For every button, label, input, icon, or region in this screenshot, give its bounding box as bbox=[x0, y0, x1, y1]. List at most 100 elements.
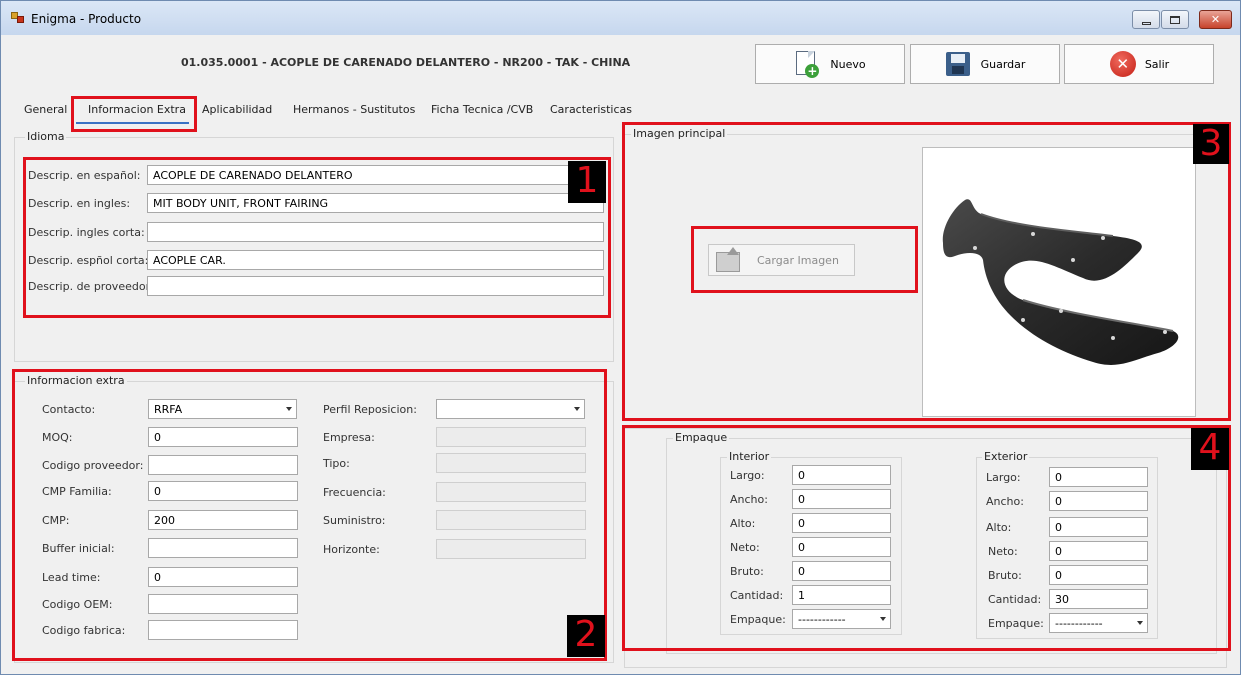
imagen-principal-label: Imagen principal bbox=[631, 127, 728, 140]
descrip-proveedor-label: Descrip. de proveedor: bbox=[28, 280, 154, 293]
empresa-label: Empresa: bbox=[323, 431, 375, 444]
tab-aplicabilidad[interactable]: Aplicabilidad bbox=[202, 103, 272, 116]
tipo-label: Tipo: bbox=[323, 457, 350, 470]
interior-ancho-label: Ancho: bbox=[730, 493, 768, 506]
exterior-cantidad-label: Cantidad: bbox=[988, 593, 1042, 606]
product-window: Enigma - Producto ✕ 01.035.0001 - ACOPLE… bbox=[0, 0, 1241, 675]
descrip-ingles-corta-field[interactable] bbox=[147, 222, 604, 242]
interior-cantidad-label: Cantidad: bbox=[730, 589, 784, 602]
exterior-ancho-label: Ancho: bbox=[986, 495, 1024, 508]
exterior-cantidad-field[interactable]: 30 bbox=[1049, 589, 1148, 609]
descrip-proveedor-field[interactable] bbox=[147, 276, 604, 296]
exit-icon: ✕ bbox=[1109, 50, 1136, 78]
lead-time-field[interactable]: 0 bbox=[148, 567, 298, 587]
codigo-proveedor-label: Codigo proveedor: bbox=[42, 459, 144, 472]
tab-caracteristicas[interactable]: Caracteristicas bbox=[550, 103, 632, 116]
interior-bruto-label: Bruto: bbox=[730, 565, 764, 578]
annotation-marker-3: 3 bbox=[1193, 124, 1229, 164]
salir-label: Salir bbox=[1144, 57, 1170, 71]
exterior-group-label: Exterior bbox=[982, 450, 1030, 463]
empresa-field bbox=[436, 427, 586, 447]
interior-neto-label: Neto: bbox=[730, 541, 760, 554]
codigo-fabrica-field[interactable] bbox=[148, 620, 298, 640]
exterior-bruto-label: Bruto: bbox=[988, 569, 1022, 582]
descrip-ingles-corta-label: Descrip. ingles corta: bbox=[28, 226, 145, 239]
codigo-proveedor-field[interactable] bbox=[148, 455, 298, 475]
cmp-familia-field[interactable]: 0 bbox=[148, 481, 298, 501]
minimize-icon bbox=[1141, 21, 1151, 25]
interior-bruto-field[interactable]: 0 bbox=[792, 561, 891, 581]
buffer-inicial-field[interactable] bbox=[148, 538, 298, 558]
salir-button[interactable]: ✕ Salir bbox=[1064, 44, 1214, 84]
app-icon bbox=[11, 12, 25, 24]
descrip-espanol-corta-field[interactable]: ACOPLE CAR. bbox=[147, 250, 604, 270]
interior-neto-field[interactable]: 0 bbox=[792, 537, 891, 557]
close-window-button[interactable]: ✕ bbox=[1199, 10, 1232, 29]
chevron-down-icon bbox=[880, 617, 886, 621]
codigo-oem-field[interactable] bbox=[148, 594, 298, 614]
maximize-icon bbox=[1170, 15, 1180, 24]
contacto-select[interactable]: RRFA bbox=[148, 399, 297, 419]
save-icon bbox=[945, 50, 971, 78]
horizonte-label: Horizonte: bbox=[323, 543, 380, 556]
exterior-neto-field[interactable]: 0 bbox=[1049, 541, 1148, 561]
frecuencia-label: Frecuencia: bbox=[323, 486, 386, 499]
minimize-button[interactable] bbox=[1132, 10, 1160, 29]
lead-time-label: Lead time: bbox=[42, 571, 101, 584]
exterior-largo-field[interactable]: 0 bbox=[1049, 467, 1148, 487]
annotation-marker-4: 4 bbox=[1191, 428, 1229, 470]
exterior-empaque-label: Empaque: bbox=[988, 617, 1044, 630]
perfil-reposicion-select[interactable] bbox=[436, 399, 585, 419]
close-icon: ✕ bbox=[1210, 13, 1221, 26]
upload-image-icon bbox=[715, 247, 743, 273]
title-bar: Enigma - Producto ✕ bbox=[1, 1, 1240, 35]
interior-group-label: Interior bbox=[727, 450, 772, 463]
interior-cantidad-field[interactable]: 1 bbox=[792, 585, 891, 605]
exterior-neto-label: Neto: bbox=[988, 545, 1018, 558]
cmp-familia-label: CMP Familia: bbox=[42, 485, 112, 498]
codigo-oem-label: Codigo OEM: bbox=[42, 598, 113, 611]
annotation-marker-1: 1 bbox=[568, 161, 606, 203]
fairing-part-image bbox=[942, 199, 1179, 365]
exterior-alto-field[interactable]: 0 bbox=[1049, 517, 1148, 537]
frecuencia-field bbox=[436, 482, 586, 502]
codigo-fabrica-label: Codigo fabrica: bbox=[42, 624, 126, 637]
tab-ficha-tecnica[interactable]: Ficha Tecnica /CVB bbox=[431, 103, 533, 116]
descrip-ingles-label: Descrip. en ingles: bbox=[28, 197, 131, 210]
interior-empaque-select[interactable]: ------------ bbox=[792, 609, 891, 629]
active-tab-indicator bbox=[76, 122, 189, 124]
nuevo-label: Nuevo bbox=[830, 57, 866, 71]
moq-field[interactable]: 0 bbox=[148, 427, 298, 447]
interior-alto-field[interactable]: 0 bbox=[792, 513, 891, 533]
nuevo-button[interactable]: + Nuevo bbox=[755, 44, 905, 84]
descrip-espanol-corta-label: Descrip. espñol corta: bbox=[28, 254, 149, 267]
maximize-button[interactable] bbox=[1161, 10, 1189, 29]
cargar-imagen-button[interactable]: Cargar Imagen bbox=[708, 244, 855, 276]
descrip-ingles-field[interactable]: MIT BODY UNIT, FRONT FAIRING bbox=[147, 193, 604, 213]
product-image bbox=[922, 147, 1196, 417]
horizonte-field bbox=[436, 539, 586, 559]
interior-empaque-label: Empaque: bbox=[730, 613, 786, 626]
info-extra-group-label: Informacion extra bbox=[25, 374, 127, 387]
suministro-field bbox=[436, 510, 586, 530]
guardar-button[interactable]: Guardar bbox=[910, 44, 1060, 84]
empaque-group-label: Empaque bbox=[673, 431, 730, 444]
idioma-group-label: Idioma bbox=[25, 130, 67, 143]
descrip-espanol-field[interactable]: ACOPLE DE CARENADO DELANTERO bbox=[147, 165, 604, 185]
interior-largo-field[interactable]: 0 bbox=[792, 465, 891, 485]
tab-informacion-extra[interactable]: Informacion Extra bbox=[88, 103, 186, 116]
exterior-empaque-select[interactable]: ------------ bbox=[1049, 613, 1148, 633]
guardar-label: Guardar bbox=[980, 57, 1026, 71]
cmp-field[interactable]: 200 bbox=[148, 510, 298, 530]
new-document-icon: + bbox=[794, 50, 820, 78]
chevron-down-icon bbox=[574, 407, 580, 411]
moq-label: MOQ: bbox=[42, 431, 73, 444]
exterior-largo-label: Largo: bbox=[986, 471, 1021, 484]
interior-alto-label: Alto: bbox=[730, 517, 756, 530]
exterior-bruto-field[interactable]: 0 bbox=[1049, 565, 1148, 585]
descrip-espanol-label: Descrip. en español: bbox=[28, 169, 141, 182]
tab-hermanos-sustitutos[interactable]: Hermanos - Sustitutos bbox=[293, 103, 415, 116]
exterior-ancho-field[interactable]: 0 bbox=[1049, 491, 1148, 511]
tab-general[interactable]: General bbox=[24, 103, 67, 116]
interior-ancho-field[interactable]: 0 bbox=[792, 489, 891, 509]
